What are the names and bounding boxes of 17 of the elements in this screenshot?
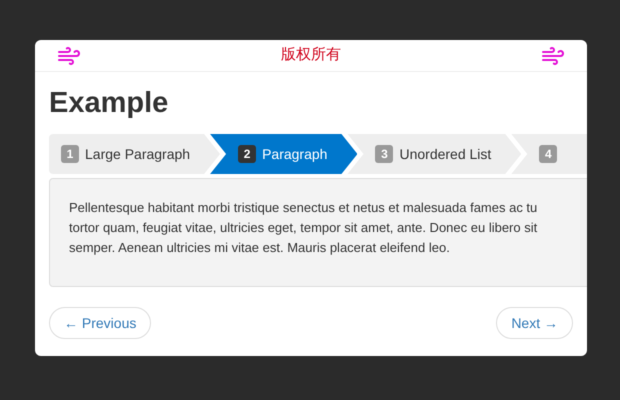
step-label: Paragraph bbox=[262, 144, 328, 164]
step-number: 1 bbox=[61, 145, 79, 163]
step-number: 3 bbox=[375, 145, 394, 163]
paragraph-line: tortor quam, feugiat vitae, ultricies eget, tempor sit amet, ante. Donec eu libero sit bbox=[69, 219, 538, 237]
paragraph-line: semper. Aenean ultricies mi vitae est. Mauris placerat eleifend leo. bbox=[69, 239, 450, 257]
header-title: 版权所有 bbox=[281, 45, 341, 66]
step-label: Unordered List bbox=[399, 144, 492, 164]
page-heading: Example bbox=[49, 86, 168, 121]
step-tab[interactable]: 3 Unordered List bbox=[347, 134, 522, 174]
paragraph-line: Pellentesque habitant morbi tristique senectus et netus et malesuada fames ac tu bbox=[69, 199, 538, 217]
step-number: 4 bbox=[539, 145, 558, 163]
step-number: 2 bbox=[238, 145, 256, 163]
step-tab[interactable]: 2 Paragraph bbox=[210, 134, 358, 174]
previous-button[interactable]: ← Previous bbox=[49, 307, 152, 339]
step-tab[interactable]: 1 Large Paragraph bbox=[49, 134, 220, 174]
step-label: Large Paragraph bbox=[85, 144, 190, 164]
next-button[interactable]: Next → bbox=[496, 307, 573, 339]
